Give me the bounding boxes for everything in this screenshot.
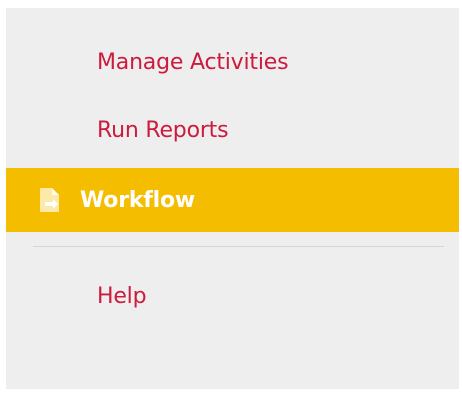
menu-item-manage-activities[interactable]: Manage Activities: [6, 30, 459, 94]
side-menu: Manage Activities Run Reports Workflow H…: [6, 8, 459, 389]
menu-item-workflow[interactable]: Workflow: [6, 168, 459, 232]
document-arrow-icon: [38, 187, 62, 213]
menu-item-label: Manage Activities: [97, 49, 289, 75]
menu-item-run-reports[interactable]: Run Reports: [6, 98, 459, 162]
menu-item-label: Workflow: [80, 187, 196, 213]
menu-item-label: Run Reports: [97, 117, 229, 143]
menu-item-label: Help: [97, 283, 147, 309]
menu-divider: [33, 246, 444, 247]
menu-item-help[interactable]: Help: [6, 264, 459, 328]
